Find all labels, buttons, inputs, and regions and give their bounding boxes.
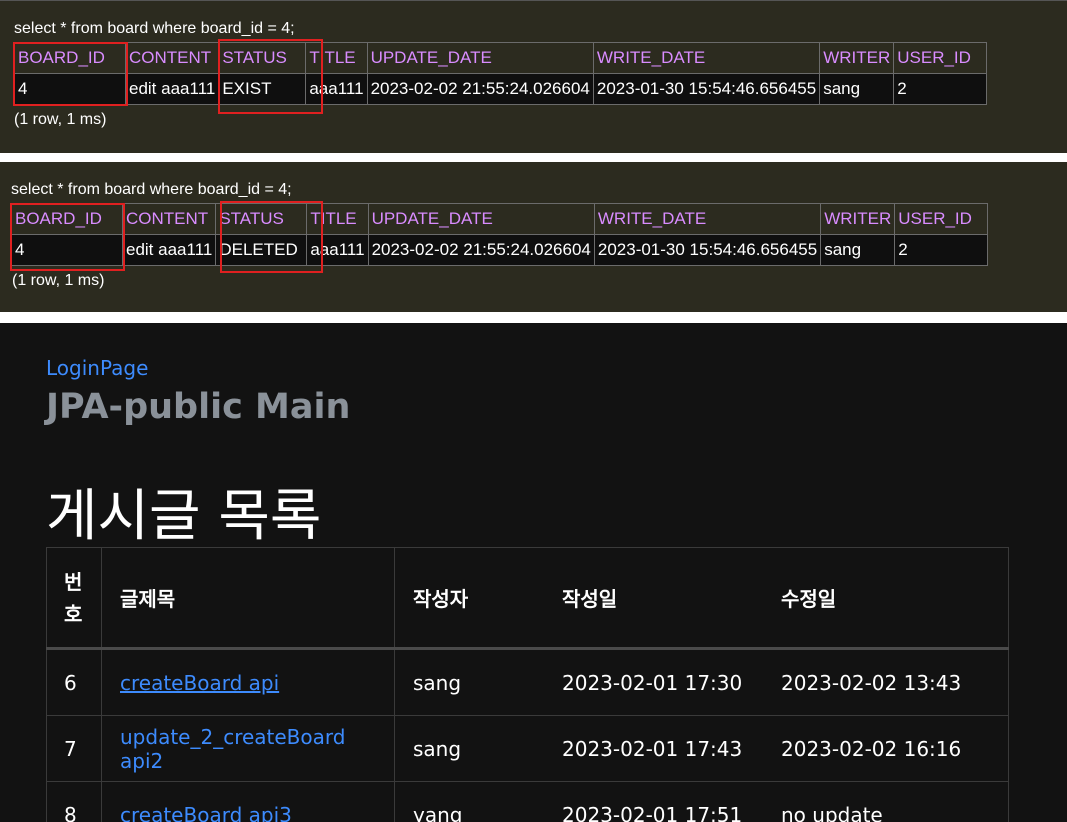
- col-header-writer[interactable]: WRITER: [819, 42, 895, 74]
- board-main-page: LoginPage JPA-public Main 게시글 목록 번 호 글제목…: [0, 323, 1067, 822]
- col-header-user-id[interactable]: USER_ID: [894, 203, 989, 235]
- post-title-link[interactable]: createBoard api3: [120, 803, 292, 822]
- post-written-date: 2023-02-01 17:51: [544, 781, 763, 822]
- col-header-board-id[interactable]: BOARD_ID: [14, 42, 126, 74]
- cell-board-id: 4: [14, 73, 126, 105]
- col-header-writer: 작성자: [394, 547, 544, 650]
- post-title-link[interactable]: update_2_createBoard api2: [120, 725, 345, 773]
- result-header-row: BOARD_ID CONTENT STATUS TITLE UPDATE_DAT…: [14, 42, 988, 74]
- cell-update-date: 2023-02-02 21:55:24.026604: [366, 73, 594, 105]
- result-data-row: 4 edit aaa111 EXIST aaa111 2023-02-02 21…: [14, 73, 988, 105]
- cell-title: aaa111: [305, 73, 368, 105]
- col-header-updated-date: 수정일: [763, 547, 1009, 650]
- board-table-header-row: 번 호 글제목 작성자 작성일 수정일: [46, 547, 1009, 650]
- cell-writer: sang: [820, 234, 896, 266]
- post-number: 8: [46, 781, 102, 822]
- cell-status: DELETED: [215, 234, 308, 266]
- board-list-heading: 게시글 목록: [46, 484, 322, 549]
- cell-user-id: 2: [893, 73, 988, 105]
- col-header-post-title: 글제목: [101, 547, 395, 650]
- post-title-link[interactable]: createBoard api: [120, 671, 279, 695]
- col-header-status[interactable]: STATUS: [215, 203, 308, 235]
- col-header-number-line2: 호: [64, 601, 83, 626]
- col-header-status[interactable]: STATUS: [218, 42, 307, 74]
- post-number: 7: [46, 715, 102, 782]
- result-header-row: BOARD_ID CONTENT STATUS TITLE UPDATE_DAT…: [11, 203, 989, 235]
- page-title: JPA-public Main: [46, 387, 351, 427]
- col-header-update-date[interactable]: UPDATE_DATE: [366, 42, 594, 74]
- post-updated-date: no update: [763, 781, 1009, 822]
- login-page-link[interactable]: LoginPage: [46, 356, 148, 380]
- col-header-board-id[interactable]: BOARD_ID: [11, 203, 123, 235]
- board-list-table: 번 호 글제목 작성자 작성일 수정일 6 createBoard api sa…: [46, 547, 1009, 822]
- col-header-writer[interactable]: WRITER: [820, 203, 896, 235]
- col-header-write-date[interactable]: WRITE_DATE: [592, 42, 821, 74]
- query-result-panel-2: select * from board where board_id = 4; …: [0, 162, 1067, 312]
- cell-status: EXIST: [218, 73, 307, 105]
- post-written-date: 2023-02-01 17:30: [544, 648, 763, 716]
- col-header-update-date[interactable]: UPDATE_DATE: [367, 203, 595, 235]
- post-written-date: 2023-02-01 17:43: [544, 715, 763, 782]
- cell-content: edit aaa111: [124, 73, 220, 105]
- cell-write-date: 2023-01-30 15:54:46.656455: [592, 73, 821, 105]
- cell-title: aaa111: [306, 234, 369, 266]
- cell-writer: sang: [819, 73, 895, 105]
- cell-board-id: 4: [11, 234, 123, 266]
- post-writer: sang: [394, 648, 544, 716]
- post-writer: yang: [394, 781, 544, 822]
- query-result-panel-1: select * from board where board_id = 4; …: [0, 0, 1067, 153]
- table-row: 8 createBoard api3 yang 2023-02-01 17:51…: [46, 781, 1009, 822]
- row-count-text: (1 row, 1 ms): [12, 272, 105, 289]
- result-table: BOARD_ID CONTENT STATUS TITLE UPDATE_DAT…: [11, 203, 989, 266]
- col-header-written-date: 작성일: [544, 547, 763, 650]
- sql-query-text: select * from board where board_id = 4;: [14, 20, 295, 37]
- col-header-user-id[interactable]: USER_ID: [893, 42, 988, 74]
- col-header-write-date[interactable]: WRITE_DATE: [593, 203, 822, 235]
- post-writer: sang: [394, 715, 544, 782]
- result-data-row: 4 edit aaa111 DELETED aaa111 2023-02-02 …: [11, 234, 989, 266]
- post-updated-date: 2023-02-02 16:16: [763, 715, 1009, 782]
- sql-query-text: select * from board where board_id = 4;: [11, 181, 292, 198]
- col-header-title[interactable]: TITLE: [305, 42, 368, 74]
- row-count-text: (1 row, 1 ms): [14, 111, 107, 128]
- col-header-content[interactable]: CONTENT: [124, 42, 220, 74]
- col-header-title[interactable]: TITLE: [306, 203, 369, 235]
- post-updated-date: 2023-02-02 13:43: [763, 648, 1009, 716]
- cell-content: edit aaa111: [121, 234, 217, 266]
- col-header-content[interactable]: CONTENT: [121, 203, 217, 235]
- result-table: BOARD_ID CONTENT STATUS TITLE UPDATE_DAT…: [14, 42, 988, 105]
- cell-write-date: 2023-01-30 15:54:46.656455: [593, 234, 822, 266]
- table-row: 6 createBoard api sang 2023-02-01 17:30 …: [46, 648, 1009, 716]
- cell-update-date: 2023-02-02 21:55:24.026604: [367, 234, 595, 266]
- table-row: 7 update_2_createBoard api2 sang 2023-02…: [46, 715, 1009, 782]
- post-number: 6: [46, 648, 102, 716]
- col-header-number: 번 호: [46, 547, 102, 650]
- cell-user-id: 2: [894, 234, 989, 266]
- col-header-number-line1: 번: [64, 569, 83, 594]
